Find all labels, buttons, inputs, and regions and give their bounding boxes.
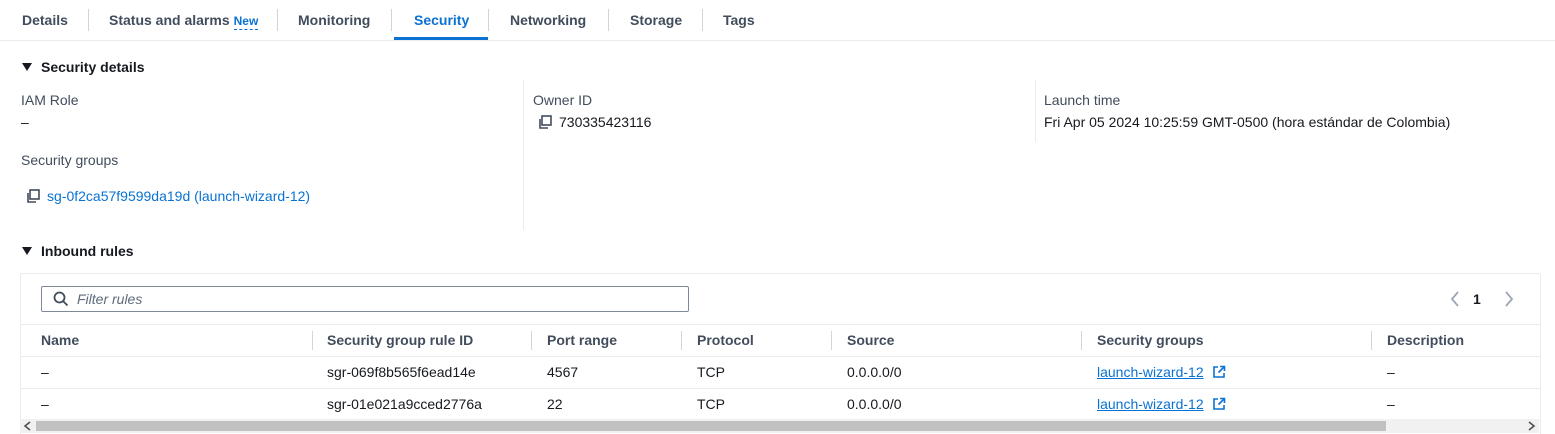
- cell-protocol: TCP: [697, 396, 725, 412]
- launch-time-value: Fri Apr 05 2024 10:25:59 GMT-0500 (hora …: [1044, 114, 1451, 130]
- tab-divider: [608, 9, 609, 31]
- column-resizer[interactable]: [681, 331, 682, 350]
- cell-description: –: [1387, 364, 1395, 380]
- owner-id-value: 730335423116: [538, 114, 651, 130]
- cell-security-group: launch-wizard-12: [1097, 388, 1226, 420]
- tab-details[interactable]: Details: [22, 0, 68, 40]
- column-header-port-range[interactable]: Port range: [547, 325, 617, 356]
- tab-tags[interactable]: Tags: [723, 0, 755, 40]
- inbound-rules-title: Inbound rules: [41, 243, 134, 259]
- security-groups-label: Security groups: [21, 152, 119, 168]
- tab-bar: Details Status and alarms New Monitoring …: [0, 0, 1555, 41]
- iam-role-label: IAM Role: [21, 92, 79, 108]
- scroll-left-arrow-icon[interactable]: [23, 421, 33, 431]
- caret-down-icon: [22, 63, 32, 71]
- tab-divider: [277, 9, 278, 31]
- tab-divider: [488, 9, 489, 31]
- tab-divider: [88, 9, 89, 31]
- security-groups-value: sg-0f2ca57f9599da19d (launch-wizard-12): [26, 188, 310, 204]
- copy-icon[interactable]: [538, 115, 552, 129]
- filter-rules-field[interactable]: [41, 286, 689, 312]
- column-header-source[interactable]: Source: [847, 325, 894, 356]
- security-group-link[interactable]: launch-wizard-12: [1097, 364, 1204, 380]
- page-number[interactable]: 1: [1473, 291, 1481, 307]
- tab-networking[interactable]: Networking: [510, 0, 586, 40]
- horizontal-scrollbar[interactable]: [20, 419, 1539, 433]
- new-badge: New: [233, 14, 259, 30]
- table-header: Name Security group rule ID Port range P…: [21, 324, 1540, 357]
- scroll-right-arrow-icon[interactable]: [1526, 421, 1536, 431]
- copy-icon[interactable]: [26, 189, 40, 203]
- tab-monitoring[interactable]: Monitoring: [298, 0, 370, 40]
- chevron-left-icon[interactable]: [1445, 287, 1465, 311]
- cell-rule-id: sgr-069f8b565f6ead14e: [327, 364, 476, 380]
- chevron-right-icon[interactable]: [1499, 287, 1519, 311]
- column-resizer[interactable]: [1081, 331, 1082, 350]
- inbound-rules-table: 1 Name Security group rule ID Port range…: [20, 273, 1541, 434]
- cell-port-range: 4567: [547, 364, 579, 380]
- cell-source: 0.0.0.0/0: [847, 364, 902, 380]
- external-link-icon[interactable]: [1212, 397, 1226, 411]
- column-divider: [523, 80, 524, 230]
- cell-source: 0.0.0.0/0: [847, 396, 902, 412]
- tab-security[interactable]: Security: [414, 0, 469, 40]
- tab-divider: [702, 9, 703, 31]
- tab-storage[interactable]: Storage: [630, 0, 682, 40]
- security-group-link[interactable]: sg-0f2ca57f9599da19d (launch-wizard-12): [47, 188, 310, 204]
- column-divider: [1035, 80, 1036, 142]
- column-header-name[interactable]: Name: [41, 325, 79, 356]
- column-resizer[interactable]: [1371, 331, 1372, 350]
- column-resizer[interactable]: [312, 331, 313, 350]
- tab-status-and-alarms[interactable]: Status and alarms New: [109, 0, 259, 40]
- caret-down-icon: [22, 247, 32, 255]
- search-icon: [53, 291, 69, 307]
- cell-protocol: TCP: [697, 364, 725, 380]
- security-details-title: Security details: [41, 59, 145, 75]
- cell-rule-id: sgr-01e021a9cced2776a: [327, 396, 482, 412]
- owner-id-label: Owner ID: [533, 92, 593, 108]
- inbound-rules-header[interactable]: Inbound rules: [22, 243, 134, 259]
- cell-name: –: [41, 364, 49, 380]
- cell-description: –: [1387, 396, 1395, 412]
- column-resizer[interactable]: [831, 331, 832, 350]
- filter-rules-input[interactable]: [75, 290, 679, 308]
- iam-role-value: –: [21, 114, 29, 130]
- column-resizer[interactable]: [531, 331, 532, 350]
- security-group-link[interactable]: launch-wizard-12: [1097, 396, 1204, 412]
- column-header-rule-id[interactable]: Security group rule ID: [327, 325, 473, 356]
- tab-status-and-alarms-label: Status and alarms: [109, 12, 230, 28]
- tab-divider: [391, 9, 392, 31]
- launch-time-label: Launch time: [1044, 92, 1121, 108]
- active-tab-indicator: [394, 37, 488, 40]
- cell-name: –: [41, 396, 49, 412]
- cell-security-group: launch-wizard-12: [1097, 356, 1226, 388]
- column-header-security-groups[interactable]: Security groups: [1097, 325, 1204, 356]
- owner-id-text: 730335423116: [559, 114, 652, 130]
- table-row: – sgr-01e021a9cced2776a 22 TCP 0.0.0.0/0…: [21, 388, 1540, 421]
- cell-port-range: 22: [547, 396, 563, 412]
- scrollbar-thumb[interactable]: [36, 421, 1386, 431]
- table-row: – sgr-069f8b565f6ead14e 4567 TCP 0.0.0.0…: [21, 356, 1540, 389]
- security-details-header[interactable]: Security details: [22, 59, 145, 75]
- external-link-icon[interactable]: [1212, 365, 1226, 379]
- column-header-description[interactable]: Description: [1387, 325, 1464, 356]
- column-header-protocol[interactable]: Protocol: [697, 325, 754, 356]
